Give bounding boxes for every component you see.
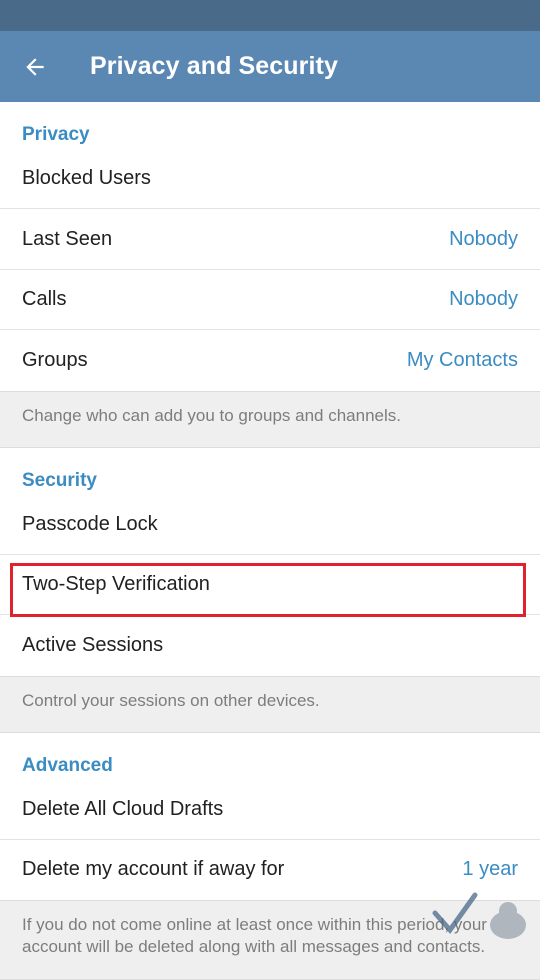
last-seen-label: Last Seen [22, 227, 113, 250]
active-sessions-row[interactable]: Active Sessions [0, 615, 540, 676]
delete-cloud-drafts-row[interactable]: Delete All Cloud Drafts [0, 793, 540, 840]
privacy-info-text: Change who can add you to groups and cha… [0, 390, 540, 448]
arrow-left-icon [26, 57, 44, 76]
groups-value: My Contacts [406, 348, 518, 371]
two-step-verification-label: Two-Step Verification [22, 573, 210, 596]
back-button[interactable] [0, 31, 70, 102]
settings-list: Privacy Blocked Users Last Seen Nobody C… [0, 102, 540, 980]
page-title: Privacy and Security [90, 52, 338, 80]
advanced-section: Advanced Delete All Cloud Drafts Delete … [0, 732, 540, 900]
advanced-section-header: Advanced [22, 754, 113, 776]
privacy-section: Privacy Blocked Users Last Seen Nobody C… [0, 102, 540, 391]
blocked-users-label: Blocked Users [22, 167, 151, 189]
groups-row[interactable]: Groups My Contacts [0, 330, 540, 391]
watermark-logo-icon [432, 892, 526, 939]
security-section: Security Passcode Lock Two-Step Verifica… [0, 447, 540, 676]
passcode-lock-row[interactable]: Passcode Lock [0, 508, 540, 555]
last-seen-row[interactable]: Last Seen Nobody [0, 209, 540, 270]
calls-label: Calls [22, 288, 67, 311]
delete-account-value: 1 year [462, 858, 518, 881]
passcode-lock-label: Passcode Lock [22, 512, 158, 535]
privacy-section-header: Privacy [22, 124, 90, 145]
calls-value: Nobody [449, 288, 518, 311]
app-bar: Privacy and Security [0, 31, 540, 102]
blocked-users-row[interactable]: Blocked Users [0, 162, 540, 209]
last-seen-value: Nobody [449, 227, 518, 250]
calls-row[interactable]: Calls Nobody [0, 270, 540, 331]
two-step-verification-row[interactable]: Two-Step Verification [0, 555, 540, 616]
active-sessions-label: Active Sessions [22, 633, 164, 656]
delete-cloud-drafts-label: Delete All Cloud Drafts [22, 797, 224, 820]
security-section-header: Security [22, 469, 97, 491]
security-info-text: Control your sessions on other devices. [0, 675, 540, 733]
delete-account-label: Delete my account if away for [22, 858, 285, 881]
status-bar [0, 0, 540, 31]
groups-label: Groups [22, 348, 88, 371]
